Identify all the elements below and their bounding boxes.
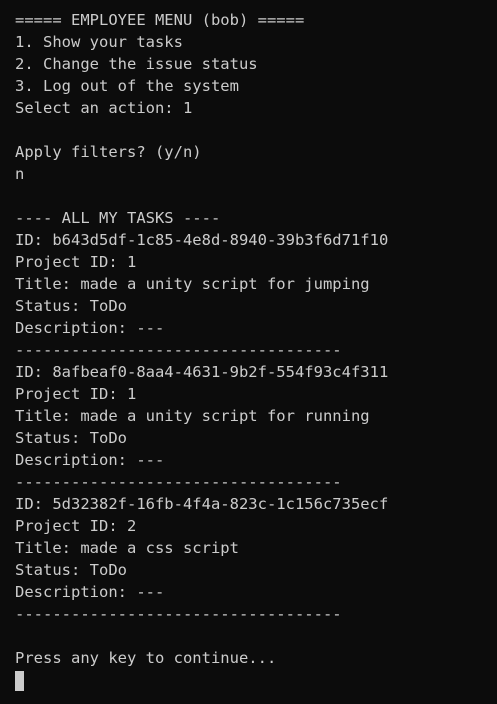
task-description: Description: ---	[15, 451, 165, 469]
task-separator: -----------------------------------	[15, 341, 342, 359]
menu-header: ===== EMPLOYEE MENU (bob) =====	[15, 11, 305, 29]
task-id: ID: b643d5df-1c85-4e8d-8940-39b3f6d71f10	[15, 231, 389, 249]
filter-answer: n	[15, 165, 25, 183]
menu-option-logout: 3. Log out of the system	[15, 77, 239, 95]
task-title: Title: made a unity script for jumping	[15, 275, 370, 293]
task-title: Title: made a unity script for running	[15, 407, 370, 425]
task-status: Status: ToDo	[15, 561, 127, 579]
text-cursor[interactable]	[15, 671, 24, 691]
task-title: Title: made a css script	[15, 539, 239, 557]
task-project-id: Project ID: 1	[15, 253, 137, 271]
continue-prompt: Press any key to continue...	[15, 649, 277, 667]
task-project-id: Project ID: 2	[15, 517, 137, 535]
task-status: Status: ToDo	[15, 429, 127, 447]
tasks-header: ---- ALL MY TASKS ----	[15, 209, 221, 227]
filter-prompt: Apply filters? (y/n)	[15, 143, 202, 161]
task-separator: -----------------------------------	[15, 605, 342, 623]
menu-option-change-status: 2. Change the issue status	[15, 55, 258, 73]
task-description: Description: ---	[15, 319, 165, 337]
task-id: ID: 5d32382f-16fb-4f4a-823c-1c156c735ecf	[15, 495, 389, 513]
cursor-line[interactable]	[15, 669, 497, 691]
task-project-id: Project ID: 1	[15, 385, 137, 403]
task-status: Status: ToDo	[15, 297, 127, 315]
task-description: Description: ---	[15, 583, 165, 601]
task-id: ID: 8afbeaf0-8aa4-4631-9b2f-554f93c4f311	[15, 363, 389, 381]
action-prompt: Select an action: 1	[15, 99, 193, 117]
menu-option-show-tasks: 1. Show your tasks	[15, 33, 183, 51]
task-separator: -----------------------------------	[15, 473, 342, 491]
terminal-window[interactable]: ===== EMPLOYEE MENU (bob) ===== 1. Show …	[0, 0, 497, 704]
